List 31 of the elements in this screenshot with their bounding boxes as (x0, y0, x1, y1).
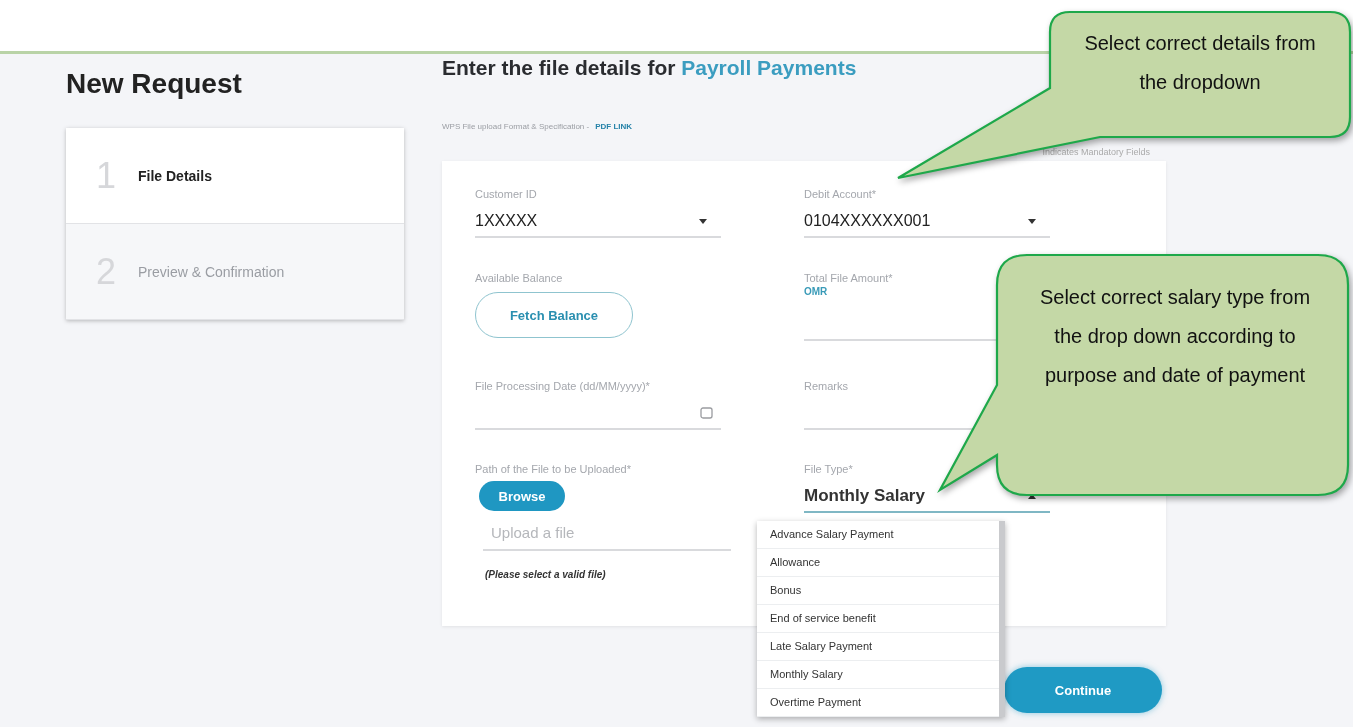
dropdown-option[interactable]: End of service benefit (757, 605, 999, 633)
callout-tooltip-text: Select correct details from the dropdown (1083, 31, 1317, 95)
select-field[interactable]: 0104XXXXXX001 (804, 206, 1050, 238)
hint-text: (Please select a valid file) (485, 569, 607, 580)
dropdown-option[interactable]: Bonus (757, 577, 999, 605)
select-field[interactable]: 1XXXXX (475, 206, 721, 238)
dropdown-option[interactable]: Overtime Payment (757, 689, 999, 717)
step-label: File Details (138, 167, 212, 184)
dropdown-option[interactable]: Monthly Salary (757, 661, 999, 689)
caret-icon (1028, 493, 1036, 499)
dropdown-option[interactable]: Advance Salary Payment (757, 521, 999, 549)
dropdown-option[interactable]: Allowance (757, 549, 999, 577)
field-label: File Processing Date (dd/MM/yyyy)* (475, 380, 651, 392)
pdf-link[interactable]: PDF LINK (595, 122, 633, 131)
dropdown-option[interactable]: Late Salary Payment (757, 633, 999, 661)
field-label: Total File Amount* (804, 272, 894, 284)
field-label: File Type* (804, 463, 854, 475)
page-title: New Request (66, 68, 243, 100)
field-label: Debit Account* (804, 188, 878, 200)
spec-text: WPS File upload Format & Specification - (442, 122, 590, 131)
field-label: Customer ID (475, 188, 538, 200)
form-heading: Enter the file details for Payroll Payments (442, 56, 858, 80)
caret-icon (699, 218, 707, 224)
fetch-balance-button[interactable]: Fetch Balance (475, 292, 633, 338)
field-label: Path of the File to be Uploaded* (475, 463, 632, 475)
step-label: Preview & Confirmation (138, 263, 285, 280)
callout-tooltip-text: Select correct salary type from the drop down according to purpose and date of payment (1038, 285, 1312, 388)
caret-icon (1028, 218, 1036, 224)
field-label: Available Balance (475, 272, 564, 284)
calendar-icon (700, 407, 713, 419)
field-label: Remarks (804, 380, 849, 392)
